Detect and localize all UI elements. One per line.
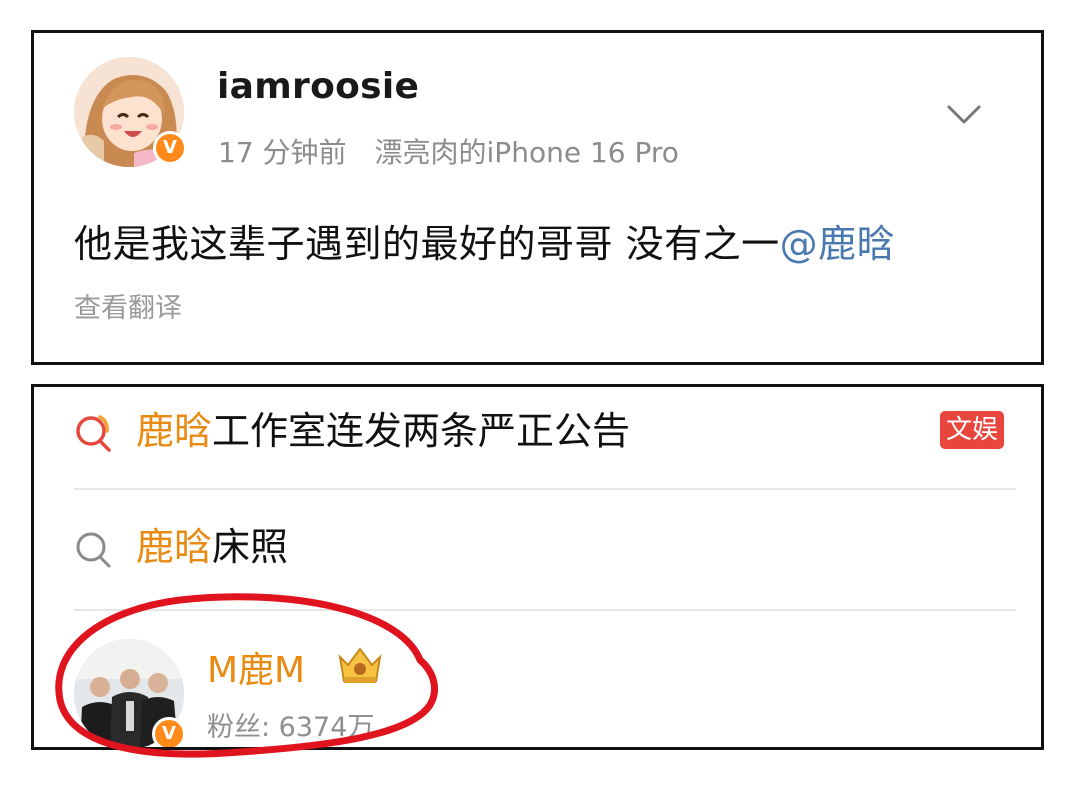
- post-username[interactable]: iamroosie: [217, 66, 419, 107]
- verified-badge-icon: V: [153, 131, 187, 165]
- search-highlight: 鹿晗: [136, 525, 213, 569]
- fans-count: 粉丝: 6374万: [207, 712, 375, 743]
- search-result-text: 鹿晗工作室连发两条严正公告: [136, 401, 630, 461]
- user-avatar[interactable]: V: [74, 639, 186, 747]
- search-highlight: 鹿晗: [136, 409, 213, 453]
- user-result-row[interactable]: V M鹿M 粉丝: 6374万: [74, 635, 674, 747]
- mention-link[interactable]: @鹿晗: [780, 222, 896, 266]
- hot-search-icon: [74, 413, 114, 453]
- search-suggestions-card: 鹿晗工作室连发两条严正公告 文娱 鹿晗床照 V M鹿M 粉丝: 6374万: [31, 384, 1044, 750]
- verified-badge-icon: V: [152, 717, 186, 747]
- user-name[interactable]: M鹿M: [207, 641, 305, 693]
- post-meta: 17 分钟前 漂亮肉的iPhone 16 Pro: [218, 131, 679, 171]
- translate-link[interactable]: 查看翻译: [74, 286, 182, 325]
- search-icon: [74, 529, 114, 569]
- post-card: V iamroosie 17 分钟前 漂亮肉的iPhone 16 Pro 他是我这…: [31, 30, 1044, 365]
- post-text: 他是我这辈子遇到的最好的哥哥 没有之一@鹿晗: [74, 213, 895, 268]
- crown-icon: [336, 643, 384, 687]
- search-result-text: 鹿晗床照: [136, 517, 288, 577]
- search-query-rest: 工作室连发两条严正公告: [212, 409, 631, 453]
- post-body: 他是我这辈子遇到的最好的哥哥 没有之一: [74, 222, 780, 266]
- post-avatar[interactable]: V: [74, 57, 187, 167]
- search-query-rest: 床照: [212, 525, 289, 569]
- divider: [74, 609, 1016, 611]
- divider: [74, 488, 1016, 490]
- page: V iamroosie 17 分钟前 漂亮肉的iPhone 16 Pro 他是我这…: [0, 0, 1080, 788]
- search-result-row[interactable]: 鹿晗工作室连发两条严正公告 文娱: [74, 401, 1004, 461]
- post-time: 17 分钟前: [218, 136, 347, 169]
- chevron-down-icon[interactable]: [946, 103, 982, 127]
- search-result-row[interactable]: 鹿晗床照: [74, 517, 1004, 577]
- post-device: 漂亮肉的iPhone 16 Pro: [374, 136, 679, 169]
- category-tag: 文娱: [939, 411, 1004, 449]
